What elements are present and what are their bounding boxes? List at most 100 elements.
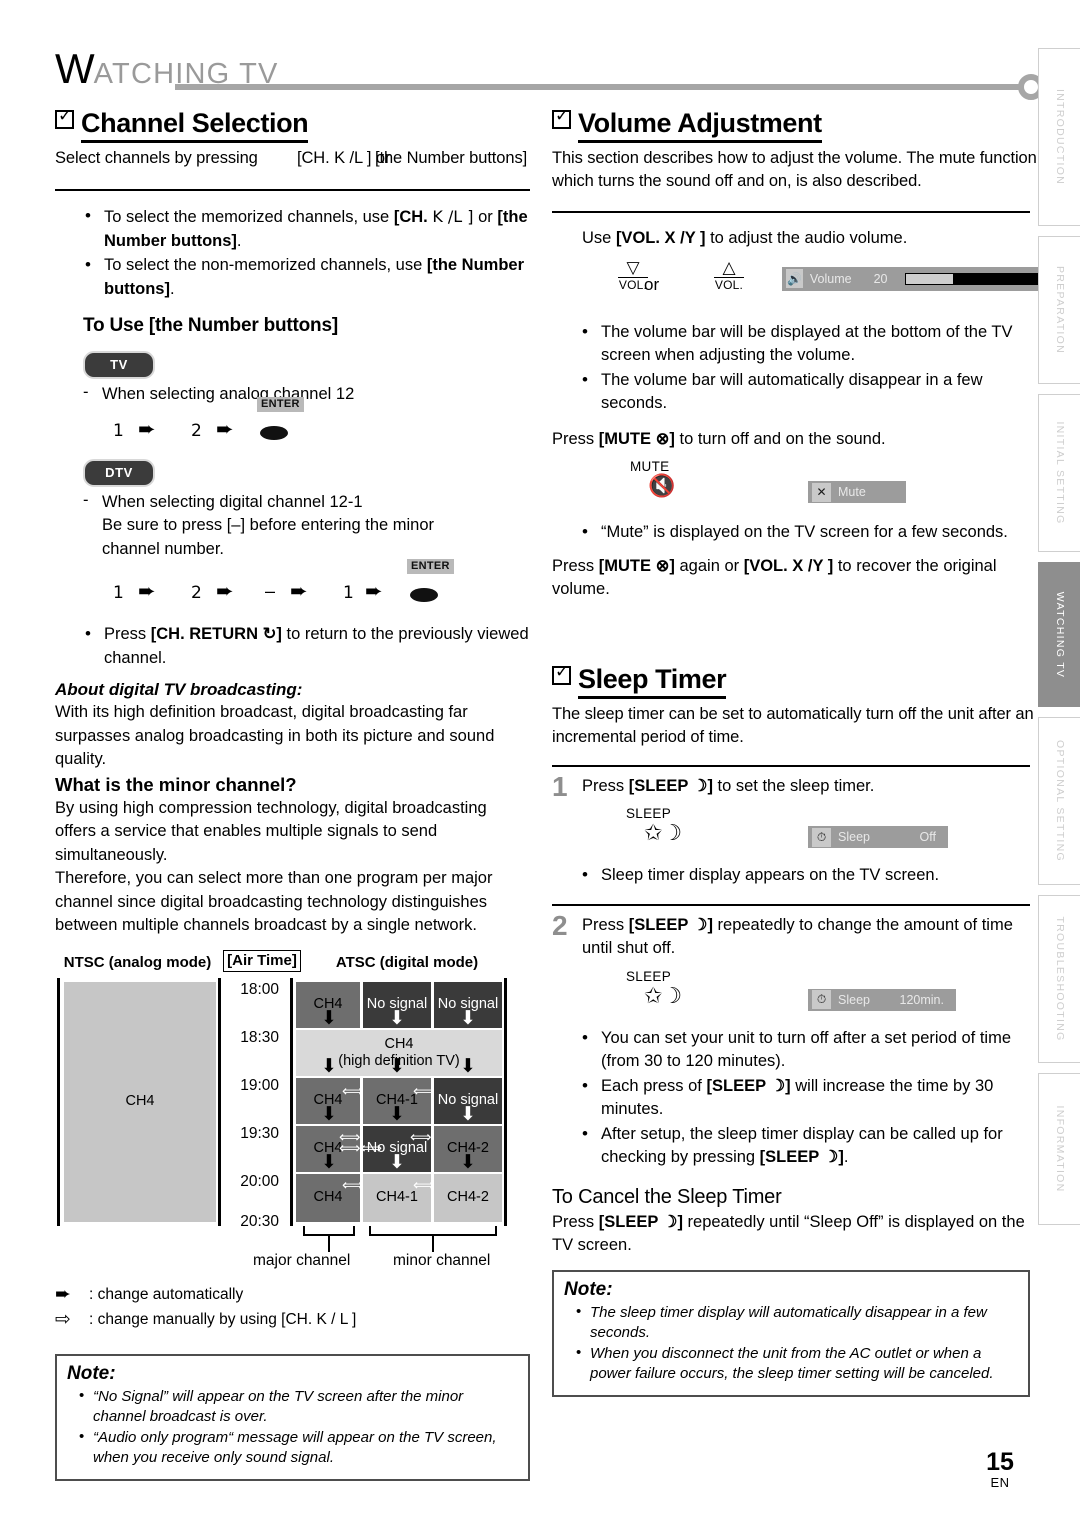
arrow-down-icon: ⬇	[389, 1151, 405, 1173]
mute-bullets: “Mute” is displayed on the TV screen for…	[580, 520, 1030, 545]
mute-key: [MUTE ⊗]	[598, 556, 675, 575]
time-tick: 18:30	[240, 1028, 279, 1046]
text: Press	[552, 1212, 599, 1231]
rule	[290, 977, 293, 1226]
page-header: WATCHING TV	[55, 45, 1044, 100]
sleep-key-illustration-2: SLEEP ✩☽ ⏱ Sleep 120min.	[626, 969, 1030, 1021]
text: Press	[582, 776, 629, 795]
dtv-line-2: Be sure to press [–] before entering the…	[102, 516, 435, 534]
vol-key: [VOL. X /Y ]	[743, 556, 834, 575]
enter-label: ENTER	[407, 559, 454, 574]
text: Use	[582, 229, 616, 247]
arrow-down-icon: ⬇	[460, 1055, 476, 1077]
osd-label: Mute	[838, 485, 866, 499]
text: to turn off and on the sound.	[674, 429, 886, 448]
bullet-bold: [CH.	[393, 208, 433, 226]
rule	[57, 977, 60, 1226]
tab-optional-setting[interactable]: OPTIONAL SETTING	[1038, 717, 1080, 885]
sleep-key-label: SLEEP	[626, 806, 672, 821]
triangle-up-icon: △	[722, 257, 736, 278]
page-title-initial: W	[55, 45, 95, 92]
text: again or	[674, 556, 744, 575]
sleep-key: [SLEEP ☽]	[628, 776, 713, 795]
brace-label-major: major channel	[253, 1251, 351, 1269]
step-number: 1	[552, 770, 568, 802]
tab-information[interactable]: INFORMATION	[1038, 1073, 1080, 1225]
osd-label: Sleep	[838, 830, 870, 844]
list-item: To select the non-memorized channels, us…	[83, 253, 530, 301]
text: Press	[582, 915, 629, 934]
arrow-left-right-icon: ⟺	[342, 1082, 364, 1100]
time-tick: 18:00	[240, 980, 279, 998]
list-item: The volume bar will be displayed at the …	[580, 320, 1030, 368]
arrow-down-icon: ⬇	[321, 1103, 337, 1125]
tab-watching-tv[interactable]: WATCHING TV	[1038, 562, 1080, 707]
minor-channel-heading: What is the minor channel?	[55, 773, 297, 795]
volume-intro: This section describes how to adjust the…	[552, 149, 1042, 190]
timer-icon: ⏱	[812, 827, 831, 847]
header-rule	[175, 84, 1030, 90]
page-language: EN	[990, 1475, 1010, 1490]
divider	[55, 189, 530, 191]
arrow-left-right-icon: ⟺	[342, 1176, 364, 1194]
intro-part-c: [the Number buttons]	[375, 149, 528, 167]
legend-row: ⇨ : change manually by using [CH. K / L …	[55, 1307, 530, 1332]
legend-row: ➨ : change automatically	[55, 1282, 530, 1307]
about-digital-body: With its high definition broadcast, digi…	[55, 703, 495, 768]
recover-volume-line: Press [MUTE ⊗] again or [VOL. X /Y ] to …	[552, 555, 1030, 602]
cell-label: CH4-2	[447, 1189, 489, 1205]
or-word: or	[644, 274, 660, 294]
tab-preparation[interactable]: PREPARATION	[1038, 236, 1080, 384]
section-heading-volume: Volume Adjustment	[552, 106, 1030, 143]
side-tab-strip: INTRODUCTION PREPARATION INITIAL SETTING…	[1038, 48, 1080, 1235]
dtv-line-3: channel number.	[102, 539, 225, 558]
dtv-instruction: - When selecting digital channel 12-1 Be…	[83, 491, 530, 562]
arrow-right-icon: ➨	[138, 417, 156, 441]
sleep-step-2: 2 Press [SLEEP ☽] repeatedly to change t…	[552, 910, 1030, 961]
sleep-key: [SLEEP ☽]	[628, 915, 713, 934]
arrow-right-solid-icon: ➨	[55, 1282, 71, 1305]
list-item: Press [CH. RETURN ↻] to return to the pr…	[83, 622, 530, 670]
osd-value: Off	[919, 830, 936, 844]
list-item: You can set your unit to turn off after …	[580, 1026, 1030, 1074]
checkbox-icon	[552, 106, 571, 129]
list-item: Sleep timer display appears on the TV sc…	[580, 863, 1030, 888]
list-item: The volume bar will automatically disapp…	[580, 368, 1030, 416]
tab-initial-setting[interactable]: INITIAL SETTING	[1038, 394, 1080, 552]
tv-instruction-text: When selecting analog channel 12	[102, 385, 355, 403]
vol-key: [VOL. X /Y ]	[615, 229, 706, 247]
cancel-sleep-line: Press [SLEEP ☽] repeatedly until “Sleep …	[552, 1211, 1030, 1258]
diagram-header-ntsc: NTSC (analog mode)	[63, 953, 212, 971]
note-box-channel: Note: “No Signal” will appear on the TV …	[55, 1353, 530, 1481]
arrow-right-icon: ➨	[216, 417, 234, 441]
volume-level-bar	[905, 272, 1039, 285]
arrow-left-icon: ⟸	[413, 1082, 435, 1100]
minor-channel-body-2: Therefore, you can select more than one …	[55, 869, 493, 934]
tab-troubleshooting[interactable]: TROUBLESHOOTING	[1038, 895, 1080, 1063]
text: to adjust the audio volume.	[705, 229, 908, 247]
volume-use-line: Use [VOL. X /Y ] to adjust the audio vol…	[582, 227, 1030, 251]
intro-part-a: Select channels by pressing	[55, 149, 258, 167]
arrow-right-icon: ➨	[365, 580, 383, 603]
text: .	[843, 1148, 849, 1166]
time-tick: 20:30	[240, 1212, 279, 1230]
volume-title: Volume Adjustment	[578, 108, 822, 143]
step-text: Press [SLEEP ☽] to set the sleep timer.	[582, 775, 1030, 799]
tab-introduction[interactable]: INTRODUCTION	[1038, 48, 1080, 226]
divider	[552, 903, 1030, 906]
vol-up-key: △ VOL.	[706, 257, 752, 294]
analog-block: CH4	[64, 981, 216, 1222]
dash-marker: -	[83, 383, 89, 401]
volume-bullets: The volume bar will be displayed at the …	[580, 320, 1030, 416]
osd-label: Sleep	[838, 992, 870, 1007]
subheading-number-buttons: To Use [the Number buttons]	[83, 315, 338, 336]
arrow-down-icon: ⬇	[389, 1055, 405, 1077]
arrow-down-icon: ⬇	[460, 1103, 476, 1125]
brace-major	[303, 1225, 355, 1252]
sleep-key: [SLEEP ☽]	[759, 1148, 844, 1166]
arrow-right-outline-icon: ⇨	[55, 1307, 71, 1330]
arrow-down-icon: ⬇	[321, 1007, 337, 1029]
legend-text: : change manually by using [CH. K / L ]	[89, 1310, 357, 1328]
tv-key-sequence: 1 ➨ 2 ➨ ENTER	[85, 396, 530, 449]
text: Press	[104, 625, 151, 643]
